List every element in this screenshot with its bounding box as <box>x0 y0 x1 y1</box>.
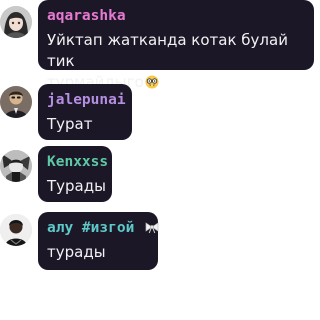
bow-emoji <box>144 220 160 234</box>
message-text: Турат <box>47 115 93 133</box>
message-text: турады <box>47 243 106 261</box>
message-bubble: aqarashka Уйктап жатканда котак булай ти… <box>38 0 314 91</box>
username[interactable]: Kenxxss <box>47 153 108 171</box>
dark-person-avatar[interactable] <box>0 214 32 246</box>
username[interactable]: jalepunai <box>47 91 126 109</box>
message-bubble: алу #изгой турады <box>38 212 159 270</box>
person-avatar[interactable] <box>0 86 32 118</box>
message-bubble: Kenxxss Турады <box>38 146 112 202</box>
monochrome-avatar[interactable] <box>0 150 32 182</box>
username[interactable]: aqarashka <box>47 7 305 25</box>
message-text: Турады <box>47 177 106 195</box>
nerd-face-emoji <box>145 75 159 89</box>
username-text: алу #изгой <box>47 220 135 236</box>
anime-girl-avatar[interactable] <box>0 6 32 38</box>
username[interactable]: алу #изгой <box>47 219 159 237</box>
message-text-line1: Уйктап жатканда котак булай тик <box>47 31 288 70</box>
message-bubble: jalepunai Турат <box>38 84 132 140</box>
